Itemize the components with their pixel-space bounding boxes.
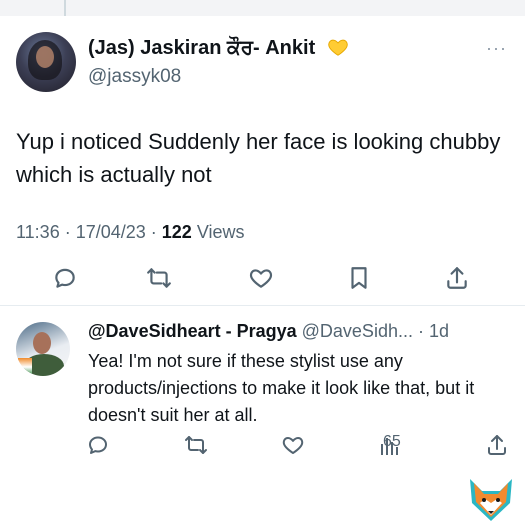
reply-icon[interactable]: [86, 433, 110, 457]
reply-handle[interactable]: @DaveSidh...: [297, 321, 413, 341]
views-label: Views: [191, 222, 245, 242]
avatar[interactable]: [16, 32, 76, 92]
reply-header: @DaveSidheart - Pragya @DaveSidh... · 1d: [88, 321, 449, 342]
display-name[interactable]: (Jas) Jaskiran ਕੌਰ- Ankit: [88, 36, 349, 60]
reply-avatar[interactable]: [16, 322, 70, 376]
reply-display-name[interactable]: @DaveSidheart - Pragya: [88, 321, 297, 341]
views-count: 122: [161, 222, 192, 242]
handle[interactable]: @jassyk08: [88, 66, 181, 88]
reply-icon[interactable]: [52, 265, 78, 291]
yellow-heart-icon: [327, 36, 349, 58]
avatar-face: [33, 332, 51, 354]
share-icon[interactable]: [444, 265, 470, 291]
divider: [0, 305, 525, 306]
display-name-text[interactable]: (Jas) Jaskiran ਕੌਰ- Ankit: [88, 37, 315, 59]
like-icon[interactable]: [281, 433, 305, 457]
retweet-icon[interactable]: [146, 265, 172, 291]
reply-text: Yea! I'm not sure if these stylist use a…: [88, 351, 475, 425]
avatar-face: [36, 46, 54, 68]
share-icon[interactable]: [485, 433, 509, 457]
more-icon[interactable]: ···: [486, 38, 507, 59]
thread-line: [64, 0, 66, 16]
reply-actions: 65: [0, 430, 525, 460]
flag-icon: [18, 358, 32, 376]
top-strip: [0, 0, 525, 16]
tweet-timestamp[interactable]: 11:36 · 17/04/23 ·: [16, 222, 162, 242]
reply-time[interactable]: · 1d: [413, 321, 449, 341]
like-icon[interactable]: [248, 265, 274, 291]
retweet-icon[interactable]: [184, 433, 208, 457]
tweet-text: Yup i noticed Suddenly her face is looki…: [16, 129, 501, 187]
views-count: 65: [383, 433, 401, 450]
bookmark-icon[interactable]: [346, 265, 372, 291]
tweet-meta: 11:36 · 17/04/23 · 122 Views: [16, 222, 245, 243]
fox-logo-icon: [462, 469, 520, 527]
tweet-actions: [0, 263, 525, 293]
